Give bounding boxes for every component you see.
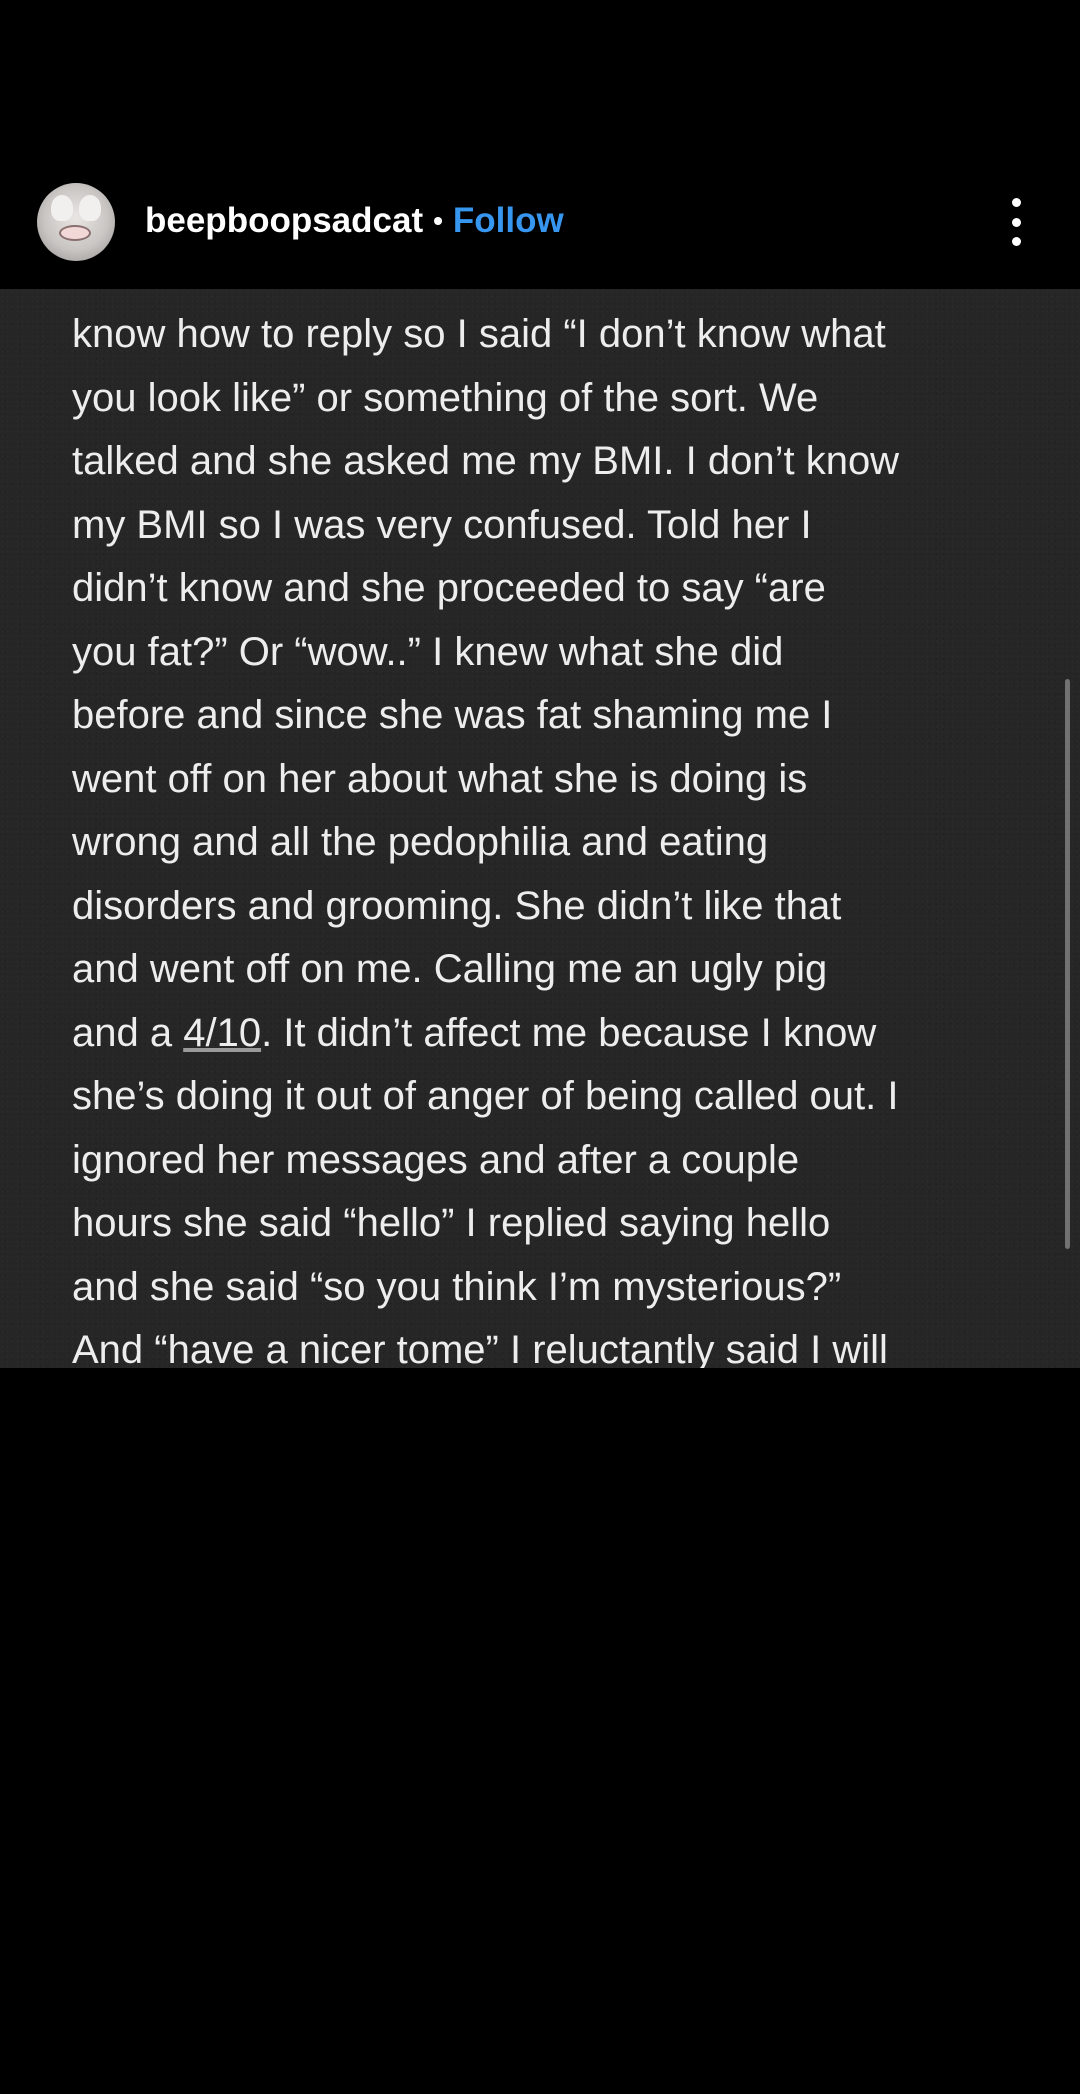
- avatar[interactable]: [37, 183, 115, 261]
- text-line-rating: and a 4/10. It didn’t affect me because …: [72, 1002, 1062, 1066]
- text-line: talked and she asked me my BMI. I don’t …: [72, 439, 900, 483]
- more-dot: [1011, 198, 1021, 207]
- text-fragment: . It didn’t affect me because I know: [261, 1010, 877, 1055]
- post-image[interactable]: know how to reply so I said “I don’t kno…: [0, 289, 1080, 1368]
- text-line: and went off on me. Calling me an ugly p…: [72, 947, 828, 991]
- avatar-cat-ear-right: [79, 195, 101, 221]
- more-options-icon[interactable]: [996, 194, 1036, 250]
- avatar-cat-ear-left: [51, 195, 73, 221]
- more-dot: [1011, 237, 1021, 246]
- avatar-cat-nose: [59, 225, 91, 241]
- rating-text: 4/10: [183, 1010, 262, 1055]
- more-dot: [1011, 217, 1021, 227]
- post-header: beepboopsadcat • Follow: [0, 172, 1080, 272]
- text-line: you fat?” Or “wow..” I knew what she did: [72, 629, 784, 674]
- text-line: and she said “so you think I’m mysteriou…: [72, 1264, 842, 1309]
- text-line: my BMI so I was very confused. Told her …: [72, 502, 812, 547]
- text-fragment: and a: [72, 1010, 184, 1055]
- text-line: ignored her messages and after a couple: [72, 1137, 800, 1182]
- text-line: And “have a nicer tome” I reluctantly sa…: [72, 1328, 888, 1368]
- text-line: hours she said “hello” I replied saying …: [72, 1201, 831, 1245]
- text-line: know how to reply so I said “I don’t kno…: [72, 312, 886, 356]
- scrollbar[interactable]: [1065, 679, 1070, 1249]
- username[interactable]: beepboopsadcat: [145, 201, 423, 241]
- text-line: disorders and grooming. She didn’t like …: [72, 883, 842, 928]
- separator-dot: •: [433, 205, 443, 236]
- text-line: before and since she was fat shaming me …: [72, 693, 833, 737]
- post-text: know how to reply so I said “I don’t kno…: [72, 303, 1062, 1368]
- handle-row: beepboopsadcat • Follow: [145, 196, 564, 246]
- follow-button[interactable]: Follow: [453, 201, 564, 241]
- text-line: you look like” or something of the sort.…: [72, 375, 819, 420]
- text-line: wrong and all the pedophilia and eating: [72, 820, 769, 864]
- text-line: went off on her about what she is doing …: [72, 756, 808, 801]
- text-line: she’s doing it out of anger of being cal…: [72, 1074, 899, 1118]
- text-line: didn’t know and she proceeded to say “ar…: [72, 566, 826, 610]
